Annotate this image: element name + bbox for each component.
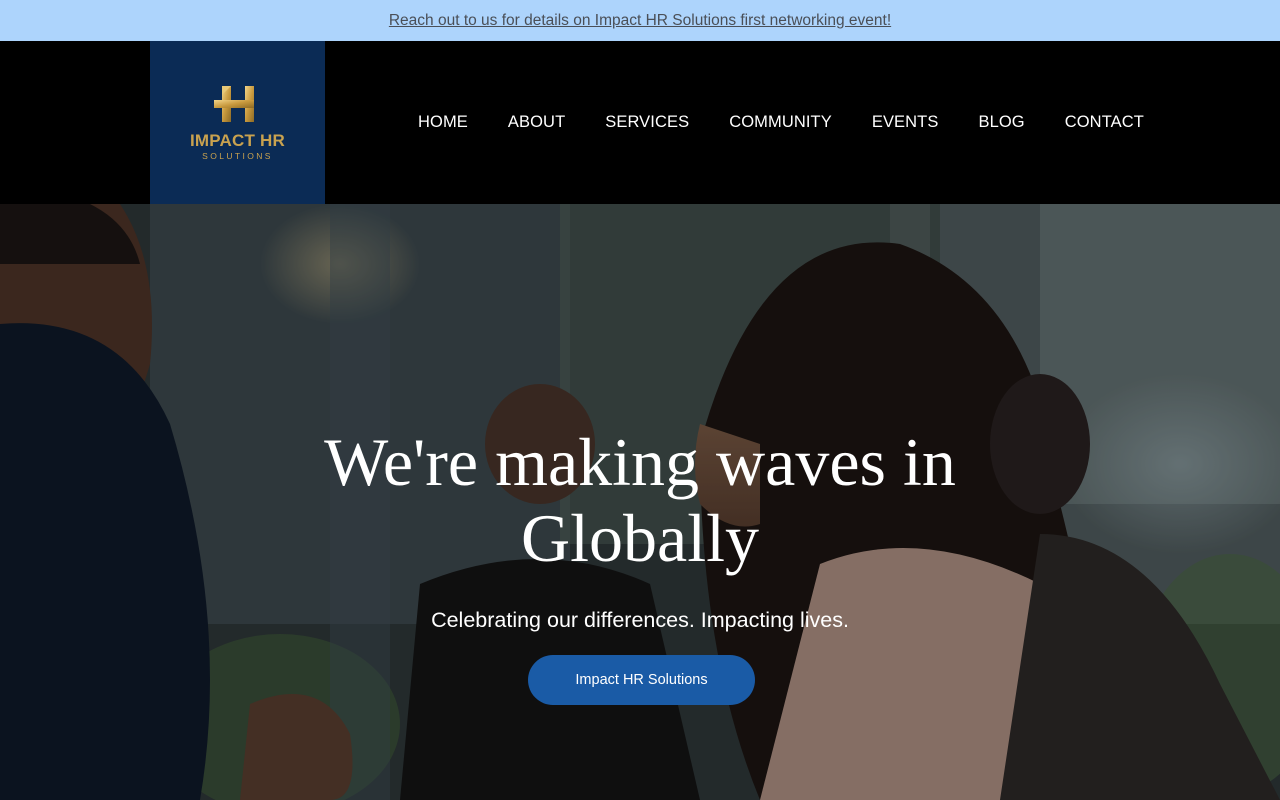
announcement-link[interactable]: Reach out to us for details on Impact HR… (389, 12, 891, 30)
hero-title-line-1: We're making waves in (324, 424, 956, 500)
nav-item-events[interactable]: EVENTS (852, 113, 959, 132)
logo[interactable]: IMPACT HR SOLUTIONS (150, 41, 325, 204)
hero-subtitle: Celebrating our differences. Impacting l… (431, 608, 849, 632)
hero-content: We're making waves in Globally Celebrati… (0, 204, 1280, 800)
nav-item-community[interactable]: COMMUNITY (709, 113, 852, 132)
hero-title-line-2: Globally (521, 500, 759, 576)
main-nav: HOME ABOUT SERVICES COMMUNITY EVENTS BLO… (398, 41, 1164, 204)
hero-cta-button[interactable]: Impact HR Solutions (528, 655, 755, 705)
announcement-bar: Reach out to us for details on Impact HR… (0, 0, 1280, 41)
logo-h-icon (213, 86, 254, 122)
nav-item-blog[interactable]: BLOG (958, 113, 1044, 132)
logo-subtitle: SOLUTIONS (202, 151, 273, 161)
nav-item-about[interactable]: ABOUT (488, 113, 585, 132)
hero-title: We're making waves in Globally (240, 424, 1040, 576)
nav-item-contact[interactable]: CONTACT (1045, 113, 1164, 132)
logo-name: IMPACT HR (190, 131, 285, 150)
nav-item-home[interactable]: HOME (398, 113, 488, 132)
hero-section: We're making waves in Globally Celebrati… (0, 204, 1280, 800)
site-header: IMPACT HR SOLUTIONS HOME ABOUT SERVICES … (0, 41, 1280, 204)
nav-item-services[interactable]: SERVICES (585, 113, 709, 132)
